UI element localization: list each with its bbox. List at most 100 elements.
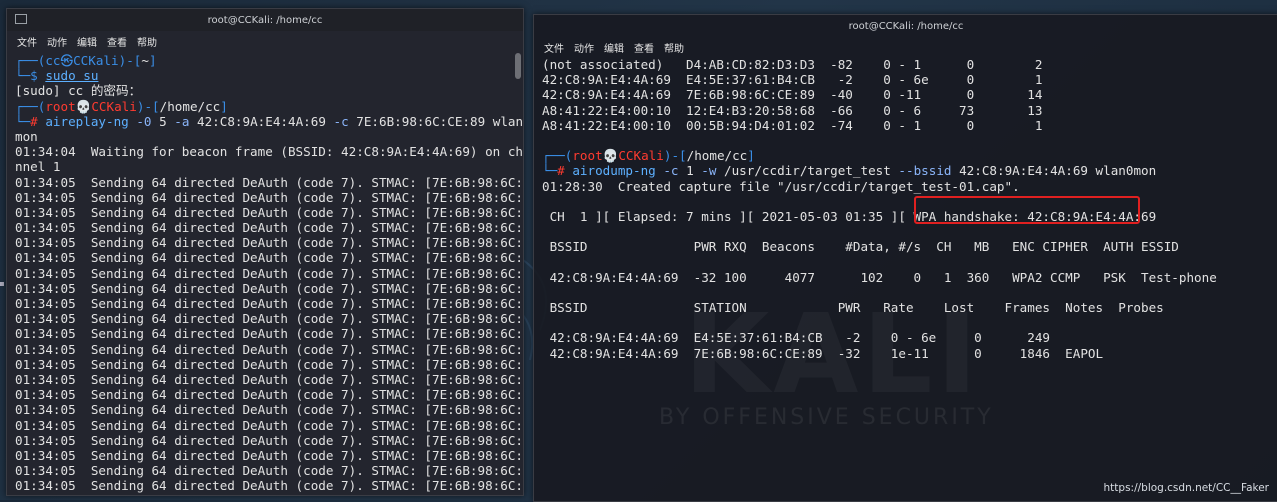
- terminal-line: └─# aireplay-ng -0 5 -a 42:C8:9A:E4:4A:6…: [15, 114, 523, 129]
- menu-help[interactable]: 帮助: [137, 34, 157, 49]
- left-terminal-titlebar[interactable]: root@CCKali: /home/cc: [7, 9, 523, 31]
- terminal-line: 01:34:05 Sending 64 directed DeAuth (cod…: [15, 402, 523, 417]
- right-terminal-output[interactable]: (not associated) D4:AB:CD:82:D3:D3 -82 0…: [534, 57, 1277, 361]
- terminal-line: 01:34:05 Sending 64 directed DeAuth (cod…: [15, 311, 523, 326]
- menu-file[interactable]: 文件: [544, 40, 564, 55]
- terminal-line: 01:34:05 Sending 64 directed DeAuth (cod…: [15, 387, 523, 402]
- terminal-text: BSSID PWR RXQ Beacons #Data, #/s CH MB E…: [542, 239, 1179, 255]
- menu-action[interactable]: 动作: [47, 34, 67, 49]
- menu-help[interactable]: 帮助: [664, 40, 684, 55]
- terminal-line: 01:34:05 Sending 64 directed DeAuth (cod…: [15, 250, 523, 265]
- terminal-line: 01:34:05 Sending 64 directed DeAuth (cod…: [15, 235, 523, 250]
- terminal-text: )-[: [136, 98, 160, 114]
- terminal-text: 01:34:05 Sending 64 directed DeAuth (cod…: [15, 463, 524, 479]
- terminal-line: 01:34:05 Sending 64 directed DeAuth (cod…: [15, 372, 523, 387]
- terminal-line: 01:34:05 Sending 64 directed DeAuth (cod…: [15, 357, 523, 372]
- terminal-text: root💀CCKali: [572, 148, 664, 164]
- menu-action[interactable]: 动作: [574, 40, 594, 55]
- terminal-text: 01:34:05 Sending 64 directed DeAuth (cod…: [15, 356, 524, 372]
- source-watermark: https://blog.csdn.net/CC__Faker: [1103, 482, 1269, 494]
- terminal-line: ┌──(root💀CCKali)-[/home/cc]: [542, 148, 1277, 163]
- terminal-text: --bssid: [898, 163, 952, 179]
- desktop-edge-marker: [0, 282, 4, 286]
- terminal-text: 01:34:05 Sending 64 directed DeAuth (cod…: [15, 447, 524, 463]
- left-terminal-output[interactable]: ┌──(cc㉿CCKali)-[~] └─$ sudo su [sudo] cc 的…: [7, 51, 524, 495]
- terminal-line: 01:34:05 Sending 64 directed DeAuth (cod…: [15, 342, 523, 357]
- menu-view[interactable]: 查看: [634, 40, 654, 55]
- right-terminal-window[interactable]: KALI BY OFFENSIVE SECURITY root@CCKali: …: [533, 14, 1277, 502]
- terminal-line: nnel 1: [15, 159, 523, 174]
- terminal-line: 01:34:05 Sending 64 directed DeAuth (cod…: [15, 175, 523, 190]
- handshake-highlight-box: [914, 196, 1140, 224]
- terminal-text: 01:34:05 Sending 64 directed DeAuth (cod…: [15, 280, 524, 296]
- terminal-text: 01:34:05 Sending 64 directed DeAuth (cod…: [15, 235, 524, 251]
- terminal-text: 01:34:05 Sending 64 directed DeAuth (cod…: [15, 478, 524, 494]
- terminal-text: 01:34:04 Waiting for beacon frame (BSSID…: [15, 144, 524, 160]
- terminal-line: A8:41:22:E4:00:10 12:E4:B3:20:58:68 -66 …: [542, 103, 1277, 118]
- terminal-line: 01:34:05 Sending 64 directed DeAuth (cod…: [15, 418, 523, 433]
- menu-edit[interactable]: 编辑: [604, 40, 624, 55]
- terminal-text: aireplay-ng: [45, 113, 137, 129]
- terminal-line: A8:41:22:E4:00:10 00:5B:94:D4:01:02 -74 …: [542, 118, 1277, 133]
- terminal-text: -w: [701, 163, 717, 179]
- terminal-line: ┌──(cc㉿CCKali)-[~]: [15, 53, 523, 68]
- right-terminal-titlebar[interactable]: root@CCKali: /home/cc: [534, 15, 1277, 37]
- terminal-text: 01:34:05 Sending 64 directed DeAuth (cod…: [15, 174, 524, 190]
- terminal-text: └─: [15, 68, 31, 84]
- menu-file[interactable]: 文件: [17, 34, 37, 49]
- terminal-line: 01:28:30 Created capture file "/usr/ccdi…: [542, 179, 1277, 194]
- terminal-text: └─: [542, 163, 558, 179]
- terminal-text: root💀CCKali: [45, 98, 137, 114]
- terminal-line: (not associated) D4:AB:CD:82:D3:D3 -82 0…: [542, 57, 1277, 72]
- terminal-text: 01:34:05 Sending 64 directed DeAuth (cod…: [15, 296, 524, 311]
- right-terminal-title: root@CCKali: /home/cc: [848, 20, 964, 32]
- terminal-line: [sudo] cc 的密码：: [15, 83, 523, 98]
- terminal-text: 01:34:05 Sending 64 directed DeAuth (cod…: [15, 311, 524, 327]
- terminal-line: 01:34:05 Sending 64 directed DeAuth (cod…: [15, 448, 523, 463]
- terminal-line: BSSID STATION PWR Rate Lost Frames Notes…: [542, 300, 1277, 315]
- terminal-text: 01:34:05 Sending 64 directed DeAuth (cod…: [15, 493, 523, 495]
- terminal-line: 42:C8:9A:E4:4A:69 -32 100 4077 102 0 1 3…: [542, 270, 1277, 285]
- terminal-text: 01:34:05 Sending 64 directed DeAuth (cod…: [15, 417, 524, 433]
- terminal-text: ┌──(: [15, 53, 46, 68]
- terminal-text: ┌──(: [15, 98, 46, 114]
- left-terminal-window[interactable]: root@CCKali: /home/cc 文件 动作 编辑 查看 帮助 ┌──…: [6, 8, 524, 496]
- menu-edit[interactable]: 编辑: [77, 34, 97, 49]
- terminal-text: 01:34:05 Sending 64 directed DeAuth (cod…: [15, 189, 524, 205]
- terminal-text: 01:34:05 Sending 64 directed DeAuth (cod…: [15, 371, 524, 387]
- terminal-line: 01:34:05 Sending 64 directed DeAuth (cod…: [15, 205, 523, 220]
- terminal-text: [sudo] cc 的密码：: [15, 83, 142, 99]
- menu-view[interactable]: 查看: [107, 34, 127, 49]
- terminal-text: ]: [220, 98, 228, 114]
- terminal-text: ]: [148, 53, 157, 68]
- terminal-text: 42:C8:9A:E4:4A:69 -32 100 4077 102 0 1 3…: [542, 269, 1217, 285]
- terminal-text: )-[: [118, 53, 142, 68]
- terminal-text: airodump-ng: [572, 163, 664, 179]
- terminal-text: -c: [663, 163, 679, 179]
- terminal-text: 01:34:05 Sending 64 directed DeAuth (cod…: [15, 265, 524, 281]
- terminal-line: └─$ sudo su: [15, 68, 523, 83]
- terminal-text: cc㉿CCKali: [45, 53, 119, 68]
- terminal-text: ~: [141, 53, 149, 68]
- terminal-text: 01:34:05 Sending 64 directed DeAuth (cod…: [15, 387, 524, 403]
- terminal-text: 42:C8:9A:E4:4A:69: [189, 113, 334, 129]
- terminal-line: 42:C8:9A:E4:4A:69 E4:5E:37:61:B4:CB -2 0…: [542, 330, 1277, 345]
- terminal-text: 01:34:05 Sending 64 directed DeAuth (cod…: [15, 250, 524, 266]
- terminal-text: 42:C8:9A:E4:4A:69 E4:5E:37:61:B4:CB -2 0…: [542, 330, 1050, 346]
- terminal-text: 01:34:05 Sending 64 directed DeAuth (cod…: [15, 341, 524, 357]
- right-terminal-menubar: 文件 动作 编辑 查看 帮助: [534, 37, 1277, 57]
- kali-subtext-watermark: BY OFFENSIVE SECURITY: [659, 405, 994, 430]
- terminal-text: 01:34:05 Sending 64 directed DeAuth (cod…: [15, 220, 524, 236]
- terminal-text: 01:34:05 Sending 64 directed DeAuth (cod…: [15, 326, 524, 342]
- terminal-text: 42:C8:9A:E4:4A:69 7E:6B:98:6C:CE:89 -32 …: [542, 345, 1104, 361]
- terminal-text: -0: [136, 113, 152, 129]
- left-terminal-title: root@CCKali: /home/cc: [207, 14, 323, 26]
- left-terminal-scrollbar[interactable]: [515, 53, 521, 79]
- terminal-text: 5: [151, 113, 175, 129]
- terminal-text: └─: [15, 113, 31, 129]
- terminal-line: 01:34:05 Sending 64 directed DeAuth (cod…: [15, 190, 523, 205]
